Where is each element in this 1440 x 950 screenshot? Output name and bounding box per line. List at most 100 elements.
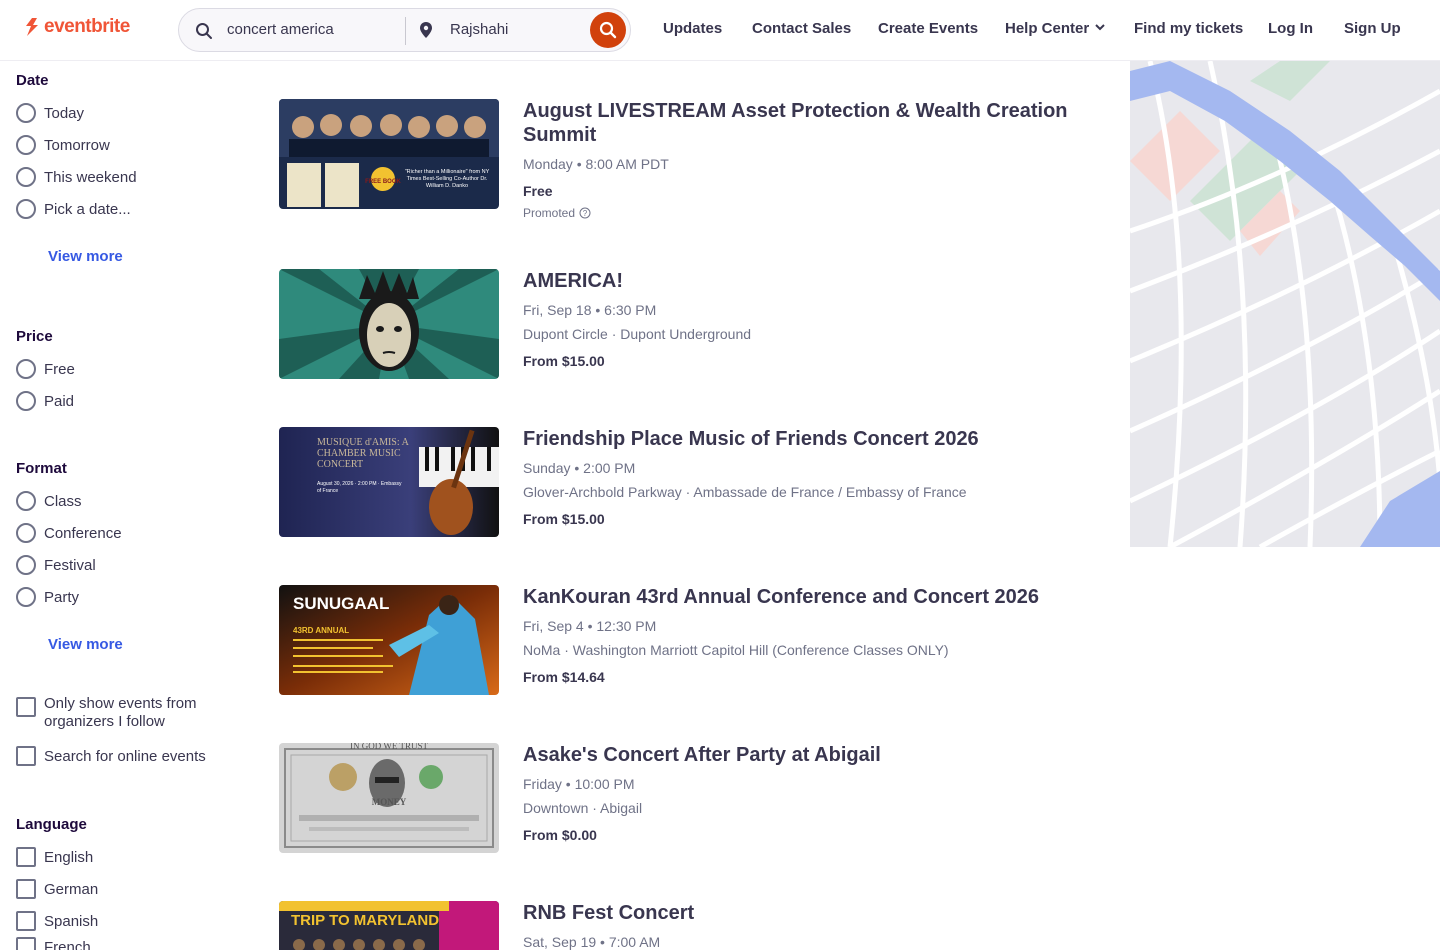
event-date: Sat, Sep 19 • 7:00 AM [523,934,661,950]
event-thumbnail[interactable]: TRIP TO MARYLAND [279,901,499,950]
info-icon[interactable]: ? [579,207,591,219]
top-header: eventbrite concert america Rajshahi Upda… [0,0,1440,61]
language-option-german[interactable]: German [16,879,98,899]
search-submit-button[interactable] [590,12,626,48]
event-date: Fri, Sep 4 • 12:30 PM [523,618,657,634]
checkbox[interactable] [16,847,36,867]
price-option-paid[interactable]: Paid [16,391,74,411]
nav-updates[interactable]: Updates [663,20,722,37]
price-option-free[interactable]: Free [16,359,75,379]
option-label: Festival [44,556,96,574]
event-title[interactable]: Asake's Concert After Party at Abigail [523,743,1083,767]
checkbox[interactable] [16,746,36,766]
eventbrite-logo-icon [26,18,38,36]
radio-button[interactable] [16,555,36,575]
nav-find-tickets[interactable]: Find my tickets [1134,20,1243,37]
event-info: KanKouran 43rd Annual Conference and Con… [523,585,1083,686]
event-title[interactable]: August LIVESTREAM Asset Protection & Wea… [523,99,1083,147]
radio-button[interactable] [16,587,36,607]
event-thumbnail-image: MUSIQUE d'AMIS: A CHAMBER MUSIC CONCERT … [279,427,499,537]
event-title[interactable]: RNB Fest Concert [523,901,1083,925]
event-price: From $14.64 [523,669,605,685]
thumbnail-title: TRIP TO MARYLAND [291,912,439,929]
date-option-tomorrow[interactable]: Tomorrow [16,135,110,155]
option-label: Today [44,104,85,122]
nav-contact-sales[interactable]: Contact Sales [752,20,851,37]
search-bar: concert america Rajshahi [178,8,631,52]
toggle-follow-organizers[interactable]: Only show events from organizers I follo… [16,695,216,731]
logo-text: eventbrite [44,16,130,37]
thumbnail-caption: MONEY [372,797,407,807]
thumbnail-caption: August 30, 2026 · 2:00 PM · Embassy of F… [317,481,402,494]
checkbox[interactable] [16,937,36,950]
event-price: From $15.00 [523,353,605,369]
event-info: RNB Fest Concert Sat, Sep 19 • 7:00 AM [523,901,1083,950]
event-thumbnail-image [279,269,499,379]
date-option-weekend[interactable]: This weekend [16,167,137,187]
toggle-online-events[interactable]: Search for online events [16,746,206,766]
event-thumbnail-image: IN GOD WE TRUST MONEY [279,743,499,853]
format-view-more-link[interactable]: View more [48,636,123,653]
option-label: English [44,848,94,866]
event-location: Glover-Archbold Parkway · Ambassade de F… [523,484,967,500]
event-thumbnail-image: FREE BOOK "Richer than a Millionaire" fr… [279,99,499,209]
format-option-festival[interactable]: Festival [16,555,96,575]
option-label: Free [44,360,75,378]
radio-button[interactable] [16,103,36,123]
option-label: Tomorrow [44,136,110,154]
thumbnail-caption: 43RD ANNUAL [293,626,349,635]
date-option-today[interactable]: Today [16,103,84,123]
checkbox[interactable] [16,911,36,931]
nav-create-events[interactable]: Create Events [878,20,978,37]
event-thumbnail[interactable]: SUNUGAAL 43RD ANNUAL [279,585,499,695]
nav-sign-up[interactable]: Sign Up [1344,20,1401,37]
event-thumbnail[interactable]: MUSIQUE d'AMIS: A CHAMBER MUSIC CONCERT … [279,427,499,537]
language-option-english[interactable]: English [16,847,93,867]
map-canvas[interactable] [1130,61,1440,547]
radio-button[interactable] [16,359,36,379]
event-thumbnail-image: TRIP TO MARYLAND [279,901,499,950]
eventbrite-logo[interactable]: eventbrite [24,16,130,38]
radio-button[interactable] [16,523,36,543]
nav-log-in[interactable]: Log In [1268,20,1313,37]
option-label: German [44,880,99,898]
nav-help-center-label: Help Center [1005,20,1090,37]
promoted-label: Promoted ? [523,206,1083,220]
radio-button[interactable] [16,391,36,411]
option-label: Conference [44,524,122,542]
radio-button[interactable] [16,491,36,511]
svg-text:?: ? [583,209,588,218]
filter-format-title: Format [16,460,67,477]
event-thumbnail[interactable] [279,269,499,379]
checkbox[interactable] [16,879,36,899]
option-label: Pick a date... [44,200,131,218]
results-map[interactable] [1130,61,1440,547]
event-title[interactable]: KanKouran 43rd Annual Conference and Con… [523,585,1083,609]
format-option-conference[interactable]: Conference [16,523,122,543]
filter-price-title: Price [16,328,53,345]
radio-button[interactable] [16,135,36,155]
nav-help-center[interactable]: Help Center [1005,20,1105,37]
radio-button[interactable] [16,199,36,219]
format-option-party[interactable]: Party [16,587,79,607]
event-thumbnail[interactable]: FREE BOOK "Richer than a Millionaire" fr… [279,99,499,209]
event-info: Friendship Place Music of Friends Concer… [523,427,1083,528]
language-option-spanish[interactable]: Spanish [16,911,98,931]
event-title[interactable]: Friendship Place Music of Friends Concer… [523,427,1083,451]
event-title[interactable]: AMERICA! [523,269,1083,293]
search-input[interactable]: concert america [227,21,334,38]
date-view-more-link[interactable]: View more [48,248,123,265]
checkbox[interactable] [16,697,36,717]
language-option-french[interactable]: French [16,937,91,950]
thumbnail-title: SUNUGAAL [293,594,389,613]
event-price: From $15.00 [523,511,605,527]
event-date: Sunday • 2:00 PM [523,460,636,476]
option-label: Search for online events [44,747,206,765]
location-pin-icon [420,22,432,38]
filter-date-title: Date [16,72,49,89]
location-input[interactable]: Rajshahi [450,21,508,38]
radio-button[interactable] [16,167,36,187]
format-option-class[interactable]: Class [16,491,82,511]
date-option-pick[interactable]: Pick a date... [16,199,131,219]
event-thumbnail[interactable]: IN GOD WE TRUST MONEY [279,743,499,853]
